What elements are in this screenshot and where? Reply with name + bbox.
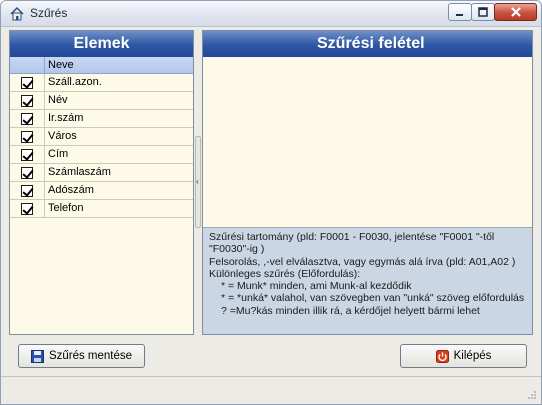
item-label: Cím xyxy=(48,148,69,160)
checkbox[interactable] xyxy=(21,76,33,89)
list-item[interactable]: Száll.azon. xyxy=(10,74,193,92)
minimize-icon xyxy=(456,14,463,16)
filter-window: Szűrés Elemek Neve Száll.azon. Név Ir.sz… xyxy=(0,0,542,405)
checkbox-cell xyxy=(10,74,45,91)
checkbox-column-header xyxy=(10,57,45,73)
column-header-row: Neve xyxy=(10,57,193,74)
elements-list: Száll.azon. Név Ir.szám Város Cím Számla… xyxy=(10,74,193,218)
help-line: ? =Mu?kás minden illik rá, a kérdőjel he… xyxy=(221,304,480,317)
list-item[interactable]: Telefon xyxy=(10,200,193,218)
checkbox-cell xyxy=(10,146,45,163)
name-column-header[interactable]: Neve xyxy=(45,57,74,73)
floppy-disk-icon xyxy=(30,349,44,363)
help-line: Szűrési tartomány (pld: F0001 - F0030, j… xyxy=(209,231,495,243)
close-button[interactable] xyxy=(494,3,537,21)
checkbox[interactable] xyxy=(21,166,33,179)
item-label: Név xyxy=(48,94,68,106)
help-line: * = Munk* minden, ami Munk-al kezdődik xyxy=(221,280,412,293)
panel-splitter[interactable]: ‹ xyxy=(195,136,201,228)
exit-label: Kilépés xyxy=(453,350,492,362)
save-filter-label: Szűrés mentése xyxy=(48,350,133,362)
filter-condition-panel: Szűrési felétel Szűrési tartomány (pld: … xyxy=(202,30,533,335)
item-label: Ir.szám xyxy=(48,112,84,124)
list-item[interactable]: Ir.szám xyxy=(10,110,193,128)
list-item[interactable]: Cím xyxy=(10,146,193,164)
checkbox[interactable] xyxy=(21,94,33,107)
power-icon xyxy=(435,349,449,363)
checkbox[interactable] xyxy=(21,184,33,197)
checkbox-cell xyxy=(10,200,45,217)
list-item[interactable]: Név xyxy=(10,92,193,110)
checkbox-cell xyxy=(10,182,45,199)
window-title: Szűrés xyxy=(30,6,68,20)
checkbox[interactable] xyxy=(21,148,33,161)
resize-grip-icon[interactable] xyxy=(527,390,537,400)
item-label: Város xyxy=(48,130,77,142)
minimize-button[interactable] xyxy=(448,3,472,21)
list-item[interactable]: Város xyxy=(10,128,193,146)
item-label: Számlaszám xyxy=(48,166,111,178)
filter-help-text: Szűrési tartomány (pld: F0001 - F0030, j… xyxy=(203,228,532,334)
list-item[interactable]: Adószám xyxy=(10,182,193,200)
checkbox-cell xyxy=(10,128,45,145)
collapse-arrow-icon[interactable]: ‹ xyxy=(196,177,199,187)
elements-panel: Elemek Neve Száll.azon. Név Ir.szám Váro… xyxy=(9,30,194,335)
maximize-icon xyxy=(478,7,488,17)
item-label: Száll.azon. xyxy=(48,76,102,88)
status-bar xyxy=(1,376,541,404)
help-line: "F0030"-ig ) xyxy=(209,243,265,256)
checkbox[interactable] xyxy=(21,112,33,125)
checkbox[interactable] xyxy=(21,130,33,143)
help-line: Különleges szűrés (Előfordulás): xyxy=(209,267,361,280)
item-label: Telefon xyxy=(48,202,84,214)
elements-header: Elemek xyxy=(10,31,193,57)
checkbox[interactable] xyxy=(21,202,33,215)
help-line: * = *unká* valahol, van szövegben van "u… xyxy=(221,292,525,305)
filter-condition-header: Szűrési felétel xyxy=(203,31,532,57)
help-line: Felsorolás, ,-vel elválasztva, vagy egym… xyxy=(209,255,516,268)
checkbox-cell xyxy=(10,92,45,109)
save-filter-button[interactable]: Szűrés mentése xyxy=(18,344,145,368)
title-bar[interactable]: Szűrés xyxy=(1,1,541,27)
checkbox-cell xyxy=(10,110,45,127)
filter-condition-input[interactable] xyxy=(203,57,532,228)
maximize-button[interactable] xyxy=(471,3,495,21)
item-label: Adószám xyxy=(48,184,94,196)
home-icon xyxy=(10,6,24,21)
close-icon xyxy=(510,7,521,17)
list-item[interactable]: Számlaszám xyxy=(10,164,193,182)
exit-button[interactable]: Kilépés xyxy=(400,344,527,368)
checkbox-cell xyxy=(10,164,45,181)
